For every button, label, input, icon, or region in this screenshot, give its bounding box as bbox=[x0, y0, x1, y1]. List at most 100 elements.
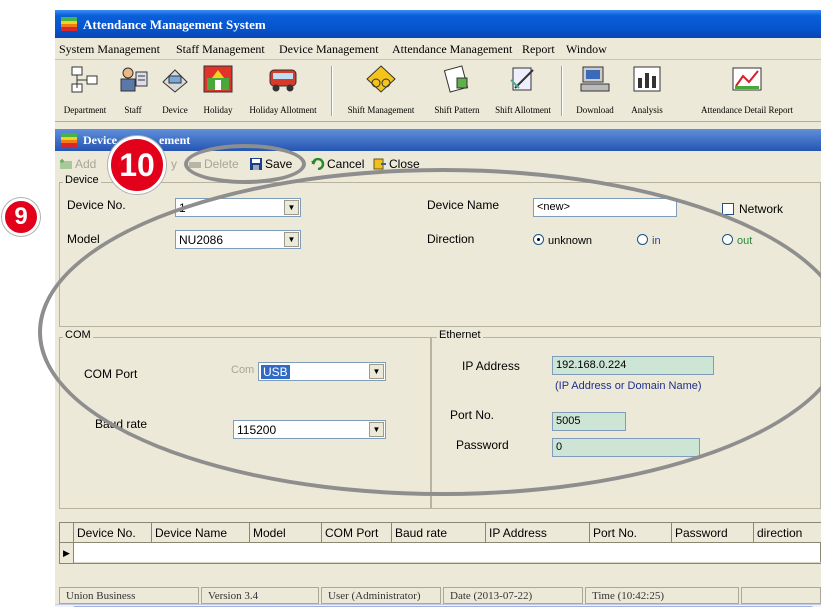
radio-icon[interactable] bbox=[722, 234, 733, 245]
department-icon bbox=[71, 66, 98, 93]
com-port-value: USB bbox=[261, 365, 290, 379]
add-icon bbox=[60, 159, 72, 169]
column-header[interactable]: Device Name bbox=[152, 523, 250, 543]
toolbar-label: Holiday Allotment bbox=[249, 105, 317, 115]
shift-management-icon bbox=[366, 65, 396, 93]
menu-staff-management[interactable]: Staff Management bbox=[176, 42, 265, 57]
column-header[interactable]: COM Port bbox=[322, 523, 392, 543]
save-icon bbox=[250, 158, 262, 170]
radio-icon[interactable] bbox=[637, 234, 648, 245]
step-10-badge: 10 bbox=[108, 136, 166, 194]
menu-report[interactable]: Report bbox=[522, 42, 555, 57]
close-label: Close bbox=[389, 157, 420, 171]
direction-in-label: in bbox=[652, 235, 661, 247]
status-company: Union Business bbox=[59, 587, 199, 604]
column-header[interactable]: Model bbox=[250, 523, 322, 543]
toolbar-label: Department bbox=[63, 105, 107, 115]
cancel-label: Cancel bbox=[327, 157, 365, 171]
radio-selected-icon[interactable] bbox=[533, 234, 544, 245]
toolbar-shift-pattern-button[interactable]: Shift Pattern bbox=[427, 62, 487, 120]
close-button[interactable]: Close bbox=[373, 157, 420, 171]
delete-button[interactable]: Delete bbox=[188, 157, 239, 171]
toolbar-label: Device bbox=[162, 105, 188, 115]
toolbar-download-button[interactable]: Download bbox=[567, 62, 623, 120]
step-9-badge: 9 bbox=[2, 198, 40, 236]
form-toolbar: Add y Delete Save Cancel Close bbox=[55, 153, 821, 175]
device-name-value: <new> bbox=[537, 201, 571, 213]
port-no-input[interactable]: 5005 bbox=[552, 412, 626, 431]
com-port-prefix: Com bbox=[231, 364, 255, 376]
toolbar-label: Holiday bbox=[203, 105, 233, 115]
toolbar-label: Attendance Detail Report bbox=[701, 105, 793, 115]
device-group-title: Device bbox=[63, 174, 101, 186]
column-header[interactable]: Baud rate bbox=[392, 523, 486, 543]
network-checkbox-box[interactable] bbox=[722, 203, 734, 215]
toolbar-attendance-detail-report-button[interactable]: Attendance Detail Report bbox=[673, 62, 821, 120]
model-value: NU2086 bbox=[179, 233, 224, 247]
toolbar-label: Download bbox=[576, 105, 614, 115]
column-header[interactable]: Port No. bbox=[590, 523, 672, 543]
menu-system-management[interactable]: System Management bbox=[59, 42, 160, 57]
shift-allotment-icon bbox=[510, 67, 534, 91]
column-header[interactable]: Device No. bbox=[74, 523, 152, 543]
status-version: Version 3.4 bbox=[201, 587, 319, 604]
status-date: Date (2013-07-22) bbox=[443, 587, 583, 604]
direction-unknown-radio[interactable]: unknown bbox=[533, 234, 592, 247]
delete-icon bbox=[189, 162, 201, 168]
column-header[interactable]: IP Address bbox=[486, 523, 590, 543]
attendance-report-icon bbox=[732, 67, 762, 91]
download-icon bbox=[580, 66, 610, 92]
toolbar-shift-allotment-button[interactable]: Shift Allotment bbox=[489, 62, 557, 120]
baud-rate-label: Baud rate bbox=[95, 417, 148, 431]
menu-device-management[interactable]: Device Management bbox=[279, 42, 379, 57]
password-input[interactable]: 0 bbox=[552, 438, 700, 457]
toolbar-department-button[interactable]: Department bbox=[57, 62, 113, 120]
column-header[interactable]: Password bbox=[672, 523, 754, 543]
toolbar-device-button[interactable]: Device bbox=[153, 62, 197, 120]
table-row[interactable] bbox=[60, 543, 821, 563]
menu-window[interactable]: Window bbox=[566, 42, 607, 57]
cancel-icon bbox=[311, 158, 325, 170]
network-label: Network bbox=[739, 202, 784, 216]
chevron-down-icon[interactable]: ▼ bbox=[369, 364, 384, 379]
title-bar[interactable]: Attendance Management System bbox=[55, 10, 821, 38]
baud-rate-select[interactable]: 115200 ▼ bbox=[233, 420, 386, 439]
model-select[interactable]: NU2086 ▼ bbox=[175, 230, 301, 249]
modify-button[interactable]: y bbox=[171, 157, 177, 171]
network-checkbox[interactable]: Network bbox=[722, 202, 783, 216]
toolbar-label: Staff bbox=[124, 105, 142, 115]
chevron-down-icon[interactable]: ▼ bbox=[284, 232, 299, 247]
chevron-down-icon[interactable]: ▼ bbox=[284, 200, 299, 215]
com-port-select[interactable]: USB ▼ bbox=[258, 362, 386, 381]
save-button[interactable]: Save bbox=[249, 157, 292, 171]
device-no-select[interactable]: 1 ▼ bbox=[175, 198, 301, 217]
toolbar-holiday-button[interactable]: Holiday bbox=[197, 62, 239, 120]
column-header[interactable]: direction bbox=[754, 523, 821, 543]
toolbar-holiday-allotment-button[interactable]: Holiday Allotment bbox=[241, 62, 325, 120]
direction-out-radio[interactable]: out bbox=[722, 234, 752, 247]
device-table[interactable]: Device No. Device Name Model COM Port Ba… bbox=[59, 522, 821, 564]
add-button[interactable]: Add bbox=[59, 157, 96, 171]
save-label: Save bbox=[265, 157, 293, 171]
window-title: Attendance Management System bbox=[83, 17, 266, 32]
device-name-input[interactable]: <new> bbox=[533, 198, 677, 217]
chevron-down-icon[interactable]: ▼ bbox=[369, 422, 384, 437]
device-no-value: 1 bbox=[179, 201, 186, 215]
toolbar-separator bbox=[561, 66, 563, 116]
child-window-logo-icon bbox=[61, 133, 77, 147]
child-title-start: Device bbox=[83, 133, 117, 147]
ip-address-input[interactable]: 192.168.0.224 bbox=[552, 356, 714, 375]
current-row-arrow-icon: ▶ bbox=[60, 543, 74, 563]
toolbar-staff-button[interactable]: Staff bbox=[115, 62, 151, 120]
cancel-button[interactable]: Cancel bbox=[311, 157, 364, 171]
menu-attendance-management[interactable]: Attendance Management bbox=[392, 42, 512, 57]
toolbar-shift-management-button[interactable]: Shift Management bbox=[337, 62, 425, 120]
port-no-label: Port No. bbox=[450, 408, 495, 422]
direction-in-radio[interactable]: in bbox=[637, 234, 661, 247]
device-management-title-bar[interactable]: Device ement bbox=[55, 129, 821, 151]
modify-label: y bbox=[171, 157, 177, 171]
application-window: Attendance Management System System Mana… bbox=[55, 10, 821, 607]
toolbar-analysis-button[interactable]: Analysis bbox=[623, 62, 671, 120]
direction-out-label: out bbox=[737, 235, 753, 247]
device-name-label: Device Name bbox=[427, 198, 500, 212]
